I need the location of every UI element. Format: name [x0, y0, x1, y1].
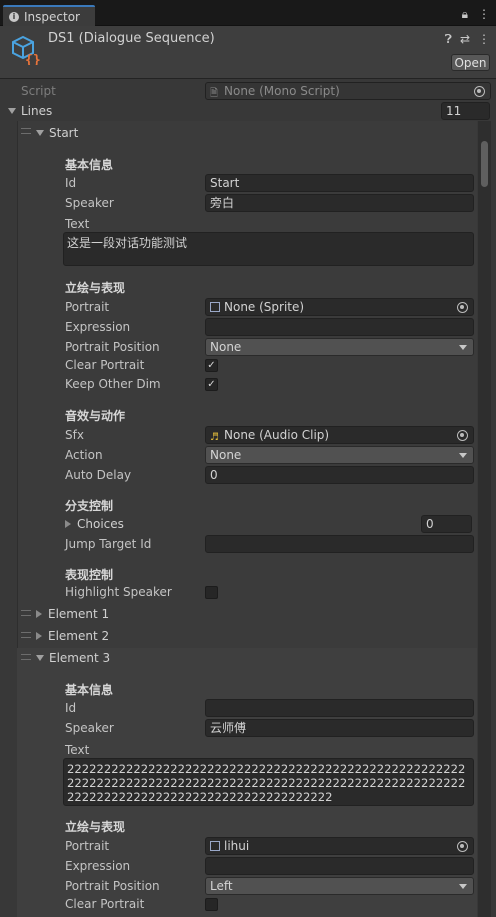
element-foldout-1[interactable]: Element 1 — [36, 605, 109, 623]
script-label: Script — [21, 84, 56, 98]
info-icon: i — [9, 11, 19, 22]
text-label: Text — [65, 743, 90, 757]
auto-delay-label: Auto Delay — [65, 468, 132, 482]
header-buttons: ❓︎ ⇄ ⋮ — [445, 32, 490, 47]
keep-other-dim-label: Keep Other Dim — [65, 377, 161, 391]
open-button[interactable]: Open — [451, 54, 490, 71]
section-branch-control: 分支控制 — [65, 499, 114, 513]
object-picker-icon[interactable] — [457, 302, 468, 313]
portrait-label: Portrait — [65, 300, 110, 314]
portrait-field[interactable]: None (Sprite) — [205, 298, 474, 316]
auto-delay-field[interactable]: 0 — [205, 466, 474, 484]
expression-field[interactable] — [205, 318, 474, 336]
portrait-position-dropdown[interactable]: None — [205, 338, 474, 356]
kebab-menu-icon[interactable]: ⋮ — [478, 32, 490, 47]
drag-handle-icon[interactable] — [21, 632, 31, 638]
clear-portrait-checkbox[interactable]: ✓ — [205, 359, 218, 372]
tab-inspector[interactable]: i Inspector — [3, 5, 95, 26]
section-display-control: 表现控制 — [65, 568, 114, 582]
text-area[interactable]: 2222222222222222222222222222222222222222… — [63, 758, 474, 806]
sprite-icon — [210, 302, 220, 312]
id-label: Id — [65, 176, 77, 190]
foldout-arrow-icon — [8, 108, 16, 114]
choices-count-field[interactable]: 0 — [421, 515, 472, 533]
foldout-arrow-icon — [65, 520, 71, 528]
inspector-header: {} DS1 (Dialogue Sequence) ❓︎ ⇄ ⋮ Open — [0, 26, 496, 79]
element-foldout-2[interactable]: Element 2 — [36, 627, 109, 645]
sprite-icon — [210, 841, 220, 851]
speaker-field[interactable]: 旁白 — [205, 194, 474, 212]
kebab-menu-icon[interactable]: ⋮ — [478, 7, 490, 22]
clear-portrait-label: Clear Portrait — [65, 358, 145, 372]
lines-foldout[interactable]: Lines — [8, 102, 52, 120]
section-portrait-visual: 立绘与表现 — [65, 820, 126, 834]
section-portrait-visual: 立绘与表现 — [65, 281, 126, 295]
action-dropdown[interactable]: None — [205, 446, 474, 464]
jump-target-label: Jump Target Id — [65, 537, 152, 551]
foldout-arrow-icon — [36, 655, 44, 661]
sfx-field[interactable]: ♬ None (Audio Clip) — [205, 426, 474, 444]
drag-handle-icon[interactable] — [21, 128, 31, 134]
section-basic-info: 基本信息 — [65, 158, 114, 172]
expression-label: Expression — [65, 859, 131, 873]
portrait-label: Portrait — [65, 839, 110, 853]
script-field[interactable]: 🗎︎ None (Mono Script) — [205, 82, 491, 100]
foldout-arrow-icon — [36, 130, 44, 136]
highlight-speaker-label: Highlight Speaker — [65, 585, 172, 599]
speaker-label: Speaker — [65, 721, 114, 735]
section-basic-info: 基本信息 — [65, 683, 114, 697]
audio-clip-icon: ♬ — [210, 432, 219, 443]
svg-text:{}: {} — [25, 53, 41, 65]
expression-label: Expression — [65, 320, 131, 334]
id-field[interactable]: Start — [205, 174, 474, 192]
speaker-field[interactable]: 云师傅 — [205, 719, 474, 737]
drag-handle-icon[interactable] — [21, 654, 31, 660]
help-icon[interactable]: ❓︎ — [445, 32, 452, 47]
section-audio-action: 音效与动作 — [65, 409, 126, 423]
clear-portrait-label: Clear Portrait — [65, 897, 145, 911]
script-file-icon: 🗎︎ — [210, 88, 219, 99]
portrait-position-label: Portrait Position — [65, 340, 160, 354]
scriptable-object-icon: {} — [12, 35, 41, 65]
text-area[interactable]: 这是一段对话功能测试 — [63, 232, 474, 266]
portrait-position-label: Portrait Position — [65, 879, 160, 893]
choices-foldout[interactable]: Choices — [65, 515, 124, 533]
sfx-label: Sfx — [65, 428, 84, 442]
foldout-arrow-icon — [36, 610, 42, 618]
tab-label: Inspector — [24, 9, 80, 24]
foldout-arrow-icon — [36, 632, 42, 640]
object-picker-icon[interactable] — [474, 86, 485, 97]
action-label: Action — [65, 448, 103, 462]
id-label: Id — [65, 701, 77, 715]
highlight-speaker-checkbox[interactable] — [205, 586, 218, 599]
lock-icon[interactable]: 🔒︎ — [462, 7, 468, 22]
lines-count-field[interactable]: 11 — [441, 102, 490, 120]
jump-target-field[interactable] — [205, 535, 474, 553]
asset-title: DS1 (Dialogue Sequence) — [48, 31, 215, 46]
portrait-position-dropdown[interactable]: Left — [205, 877, 474, 895]
element-foldout-start[interactable]: Start — [36, 124, 78, 142]
portrait-field[interactable]: lihui — [205, 837, 474, 855]
drag-handle-icon[interactable] — [21, 610, 31, 616]
speaker-label: Speaker — [65, 196, 114, 210]
id-field[interactable] — [205, 699, 474, 717]
object-picker-icon[interactable] — [457, 841, 468, 852]
scroll-thumb[interactable] — [481, 141, 488, 187]
presets-icon[interactable]: ⇄ — [460, 32, 470, 47]
expression-field[interactable] — [205, 857, 474, 875]
keep-other-dim-checkbox[interactable]: ✓ — [205, 378, 218, 391]
object-picker-icon[interactable] — [457, 430, 468, 441]
element-foldout-3[interactable]: Element 3 — [36, 649, 110, 667]
clear-portrait-checkbox[interactable] — [205, 898, 218, 911]
tab-actions: 🔒︎ ⋮ — [462, 7, 490, 22]
scrollbar[interactable] — [478, 121, 491, 917]
text-label: Text — [65, 217, 90, 231]
tab-bar: i Inspector 🔒︎ ⋮ — [0, 0, 496, 26]
